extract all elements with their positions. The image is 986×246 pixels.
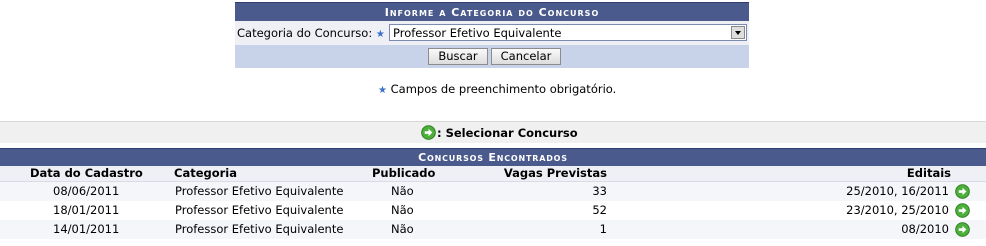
column-header-notices: Editais: [906, 166, 951, 180]
results-title: Concursos Encontrados: [0, 148, 986, 166]
cell-notices: 08/2010: [901, 222, 949, 236]
select-contest-button[interactable]: [955, 222, 970, 237]
legend: : Selecionar Concurso: [421, 125, 578, 141]
legend-bar: : Selecionar Concurso: [0, 121, 986, 143]
cell-published: Não: [391, 184, 414, 198]
category-select[interactable]: Professor Efetivo Equivalente: [389, 24, 747, 41]
cell-notices: 23/2010, 25/2010: [846, 203, 949, 217]
cell-category: Professor Efetivo Equivalente: [175, 203, 344, 217]
category-row: Categoria do Concurso: ★ Professor Efeti…: [235, 21, 749, 45]
form-buttons: Buscar Cancelar: [235, 45, 749, 68]
column-header-published: Publicado: [372, 166, 436, 180]
table-header: Data do Cadastro Categoria Publicado Vag…: [0, 166, 986, 182]
category-label-text: Categoria do Concurso:: [237, 26, 373, 40]
green-arrow-right-icon[interactable]: [955, 203, 970, 218]
search-form: Informe a Categoria do Concurso Categori…: [235, 2, 749, 68]
chevron-down-icon[interactable]: [731, 26, 745, 39]
column-header-vacancies: Vagas Previstas: [503, 166, 607, 180]
table-row: 08/06/2011 Professor Efetivo Equivalente…: [0, 182, 986, 201]
legend-label: : Selecionar Concurso: [437, 126, 578, 140]
required-note: ★ Campos de preenchimento obrigatório.: [378, 82, 616, 96]
green-arrow-right-icon: [421, 125, 436, 140]
table-row: 18/01/2011 Professor Efetivo Equivalente…: [0, 201, 986, 220]
category-label: Categoria do Concurso: ★: [237, 26, 385, 40]
cell-published: Não: [391, 203, 414, 217]
form-title: Informe a Categoria do Concurso: [235, 2, 749, 21]
category-select-value: Professor Efetivo Equivalente: [393, 26, 562, 40]
green-arrow-right-icon[interactable]: [955, 184, 970, 199]
cancel-button[interactable]: Cancelar: [491, 48, 561, 65]
cell-date: 18/01/2011: [53, 203, 120, 217]
cell-published: Não: [391, 222, 414, 236]
cell-vacancies: 33: [592, 184, 607, 198]
table-row: 14/01/2011 Professor Efetivo Equivalente…: [0, 220, 986, 239]
cell-vacancies: 52: [592, 203, 607, 217]
results-table: Concursos Encontrados Data do Cadastro C…: [0, 148, 986, 239]
cell-category: Professor Efetivo Equivalente: [175, 222, 344, 236]
required-note-text: Campos de preenchimento obrigatório.: [390, 82, 617, 96]
select-contest-button[interactable]: [955, 184, 970, 199]
search-button[interactable]: Buscar: [428, 48, 488, 65]
cell-vacancies: 1: [599, 222, 607, 236]
required-star-icon: ★: [375, 29, 385, 40]
cell-notices: 25/2010, 16/2011: [846, 184, 949, 198]
required-star-icon: ★: [378, 85, 387, 96]
column-header-date: Data do Cadastro: [30, 166, 143, 180]
cell-date: 14/01/2011: [53, 222, 120, 236]
cell-date: 08/06/2011: [53, 184, 120, 198]
cell-category: Professor Efetivo Equivalente: [175, 184, 344, 198]
select-contest-button[interactable]: [955, 203, 970, 218]
green-arrow-right-icon[interactable]: [955, 222, 970, 237]
column-header-category: Categoria: [174, 166, 238, 180]
